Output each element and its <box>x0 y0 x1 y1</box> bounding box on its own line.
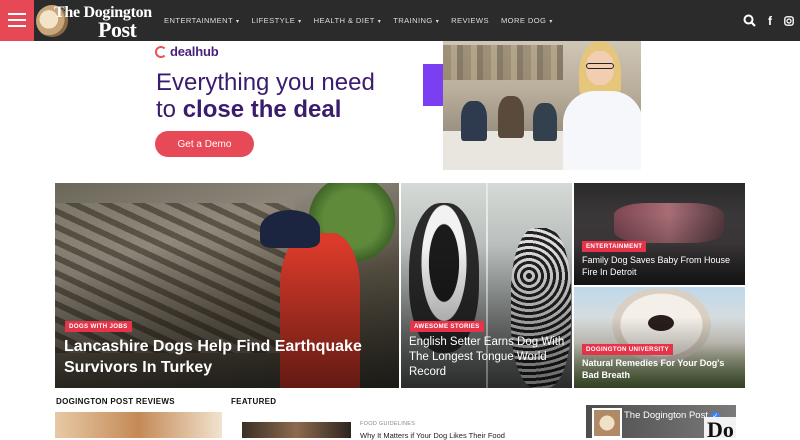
category-tag[interactable]: ENTERTAINMENT <box>582 241 647 252</box>
facebook-page-widget[interactable]: The Dogington Post✓ Do <box>586 405 736 438</box>
facebook-icon[interactable]: f <box>768 14 772 28</box>
menu-item-reviews[interactable]: REVIEWS <box>451 16 489 25</box>
menu-item-entertainment[interactable]: ENTERTAINMENT ▾ <box>164 16 239 25</box>
cover-image-text: Do <box>704 417 736 438</box>
instagram-icon[interactable] <box>784 15 794 26</box>
article-card-middle[interactable]: AWESOME STORIES English Setter Earns Dog… <box>401 183 572 388</box>
top-nav-bar: The Dogington Post ENTERTAINMENT ▾ LIFEST… <box>0 0 800 42</box>
article-card-bottom-right[interactable]: DOGINGTON UNIVERSITY Natural Remedies Fo… <box>574 287 745 388</box>
article-card-main[interactable]: DOGS WITH JOBS Lancashire Dogs Help Find… <box>55 183 399 388</box>
chevron-down-icon: ▾ <box>298 19 302 25</box>
article-title[interactable]: Family Dog Saves Baby From House Fire In… <box>582 254 732 278</box>
featured-section-heading: FEATURED <box>231 397 277 406</box>
chevron-down-icon: ▾ <box>435 19 440 25</box>
site-logo[interactable]: The Dogington Post <box>36 2 152 42</box>
main-menu: ENTERTAINMENT ▾ LIFESTYLE ▾ HEALTH & DIET ▾… <box>164 0 565 41</box>
page-avatar <box>592 408 622 438</box>
category-tag[interactable]: DOGINGTON UNIVERSITY <box>582 344 673 355</box>
menu-item-more-dog[interactable]: MORE DOG ▾ <box>501 16 553 25</box>
search-icon[interactable] <box>743 14 756 27</box>
category-tag[interactable]: AWESOME STORIES <box>410 321 484 332</box>
article-card-top-right[interactable]: ENTERTAINMENT Family Dog Saves Baby From… <box>574 183 745 285</box>
ad-brand: dealhub <box>155 44 219 59</box>
featured-thumbnail[interactable] <box>242 422 351 438</box>
ad-photo <box>443 41 641 170</box>
ad-headline-2: to close the deal <box>156 96 342 123</box>
menu-item-lifestyle[interactable]: LIFESTYLE ▾ <box>251 16 301 25</box>
dealhub-logo-icon <box>155 45 167 58</box>
logo-line2: Post <box>98 17 137 42</box>
rescue-worker-image <box>260 210 320 248</box>
review-thumbnail[interactable] <box>55 412 222 438</box>
category-tag[interactable]: DOGS WITH JOBS <box>65 321 132 332</box>
ad-banner[interactable]: dealhub Everything you need to close the… <box>155 41 645 171</box>
menu-item-training[interactable]: TRAINING ▾ <box>393 16 439 25</box>
ad-headline-1: Everything you need <box>156 69 375 96</box>
chevron-down-icon: ▾ <box>236 19 240 25</box>
article-title[interactable]: English Setter Earns Dog With The Longes… <box>409 335 567 380</box>
get-demo-button[interactable]: Get a Demo <box>155 131 254 157</box>
chevron-down-icon: ▾ <box>377 19 382 25</box>
chevron-down-icon: ▾ <box>549 19 553 25</box>
hamburger-menu-button[interactable] <box>0 0 34 41</box>
article-title[interactable]: Lancashire Dogs Help Find Earthquake Sur… <box>64 336 384 378</box>
menu-item-health-diet[interactable]: HEALTH & DIET ▾ <box>314 16 382 25</box>
featured-title[interactable]: Why It Matters if Your Dog Likes Their F… <box>360 431 505 440</box>
nav-icons: f <box>731 0 794 41</box>
featured-category[interactable]: FOOD GUIDELINES <box>360 421 415 427</box>
feature-grid: DOGS WITH JOBS Lancashire Dogs Help Find… <box>55 183 745 388</box>
article-title[interactable]: Natural Remedies For Your Dog's Bad Brea… <box>582 357 742 381</box>
reviews-section-heading: DOGINGTON POST REVIEWS <box>56 397 175 406</box>
